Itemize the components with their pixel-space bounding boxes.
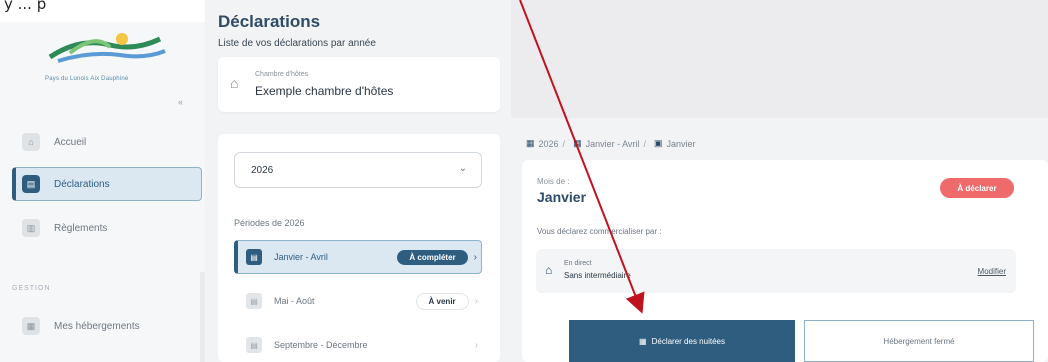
- period-label: Janvier - Avril: [274, 252, 328, 262]
- building-icon: ▦: [22, 317, 40, 335]
- periods-title: Périodes de 2026: [234, 218, 305, 228]
- sidebar: Pays du Lunois Aix Dauphiné « ⌂ Accueil …: [0, 22, 205, 362]
- calendar-icon: ▤: [246, 249, 262, 265]
- page-subtitle: Liste de vos déclarations par année: [218, 38, 376, 49]
- sidebar-item-label: Déclarations: [54, 178, 110, 190]
- commercialize-label: Vous déclarez commercialiser par :: [537, 227, 662, 236]
- logo-icon: [48, 33, 166, 63]
- period-label: Septembre - Décembre: [274, 340, 368, 350]
- month-label: Mois de :: [537, 177, 570, 186]
- collapse-sidebar-icon[interactable]: «: [178, 97, 183, 107]
- channel-line-2: Sans intermédiaire: [564, 271, 631, 280]
- month-detail-panel: Mois de : Janvier À déclarer Vous déclar…: [522, 160, 1048, 362]
- year-select-value: 2026: [251, 165, 274, 176]
- chevron-right-icon: ›: [474, 339, 478, 351]
- breadcrumb-separator: /: [562, 138, 566, 149]
- channel-line-1: En direct: [564, 260, 592, 267]
- period-item-septembre-decembre[interactable]: ▤ Septembre - Décembre ›: [234, 328, 482, 362]
- period-item-mai-aout[interactable]: ▤ Mai - Août À venir ›: [234, 284, 482, 318]
- channel-box: ⌂ En direct Sans intermédiaire Modifier: [536, 249, 1016, 293]
- grid-icon: ▦: [639, 336, 647, 346]
- period-item-janvier-avril[interactable]: ▤ Janvier - Avril À compléter ›: [234, 240, 482, 274]
- calendar-icon: ▤: [246, 293, 262, 309]
- breadcrumb-item-month: Janvier: [666, 138, 696, 149]
- modify-link[interactable]: Modifier: [978, 267, 1006, 276]
- logo-caption: Pays du Lunois Aix Dauphiné: [45, 76, 129, 82]
- breadcrumb: ▦ 2026 / ▦ Janvier - Avril / ▣ Janvier: [522, 138, 695, 149]
- property-name: Exemple chambre d'hôtes: [255, 84, 394, 98]
- breadcrumb-item-year[interactable]: 2026: [539, 139, 559, 149]
- calendar-range-icon: ▦: [573, 138, 582, 148]
- period-label: Mai - Août: [274, 296, 315, 306]
- sidebar-item-label: Règlements: [54, 222, 108, 234]
- sidebar-item-hebergements[interactable]: ▦ Mes hébergements: [12, 309, 202, 343]
- periods-panel: 2026 ⌄ Périodes de 2026 ▤ Janvier - Avri…: [218, 134, 500, 362]
- document-icon: ▤: [22, 175, 40, 193]
- month-value: Janvier: [537, 189, 587, 205]
- calendar-day-icon: ▣: [653, 138, 663, 148]
- chevron-down-icon: ⌄: [458, 163, 467, 174]
- breadcrumb-item-period[interactable]: Janvier - Avril: [586, 139, 640, 149]
- page-title: Déclarations: [218, 12, 321, 31]
- instruction-text-strip: y ... p: [0, 0, 205, 22]
- period-status-badge: À compléter: [397, 249, 468, 265]
- status-badge: À déclarer: [940, 178, 1014, 198]
- payment-icon: ▥: [22, 219, 40, 237]
- sidebar-item-reglements[interactable]: ▥ Règlements: [12, 211, 202, 245]
- chevron-right-icon: ›: [473, 251, 477, 263]
- sidebar-item-declarations[interactable]: ▤ Déclarations: [12, 167, 202, 201]
- house-icon: ⌂: [545, 263, 553, 277]
- calendar-icon: ▤: [246, 337, 262, 353]
- home-icon: ⌂: [22, 133, 40, 151]
- sidebar-item-label: Mes hébergements: [54, 320, 140, 332]
- calendar-icon: ▦: [526, 138, 535, 148]
- accommodation-closed-button[interactable]: Hébergement fermé: [804, 320, 1034, 362]
- instruction-text: y ... p: [4, 0, 47, 13]
- declare-nights-label: Déclarer des nuitées: [651, 336, 725, 346]
- house-icon: ⌂: [230, 75, 239, 91]
- property-card[interactable]: ⌂ Chambre d'hôtes Exemple chambre d'hôte…: [218, 57, 500, 112]
- sidebar-scroll-track: [200, 272, 205, 362]
- sidebar-item-accueil[interactable]: ⌂ Accueil: [12, 125, 202, 159]
- period-status-badge: À venir: [415, 292, 469, 310]
- accommodation-closed-label: Hébergement fermé: [883, 336, 955, 346]
- declare-nights-button[interactable]: ▦ Déclarer des nuitées: [569, 320, 795, 362]
- breadcrumb-separator: /: [643, 138, 646, 149]
- section-label-gestion: GESTION: [12, 285, 51, 292]
- property-category: Chambre d'hôtes: [255, 71, 309, 78]
- chevron-right-icon: ›: [474, 295, 478, 307]
- year-select[interactable]: 2026 ⌄: [234, 152, 482, 188]
- header-background: [511, 0, 1048, 118]
- sidebar-item-label: Accueil: [54, 136, 87, 148]
